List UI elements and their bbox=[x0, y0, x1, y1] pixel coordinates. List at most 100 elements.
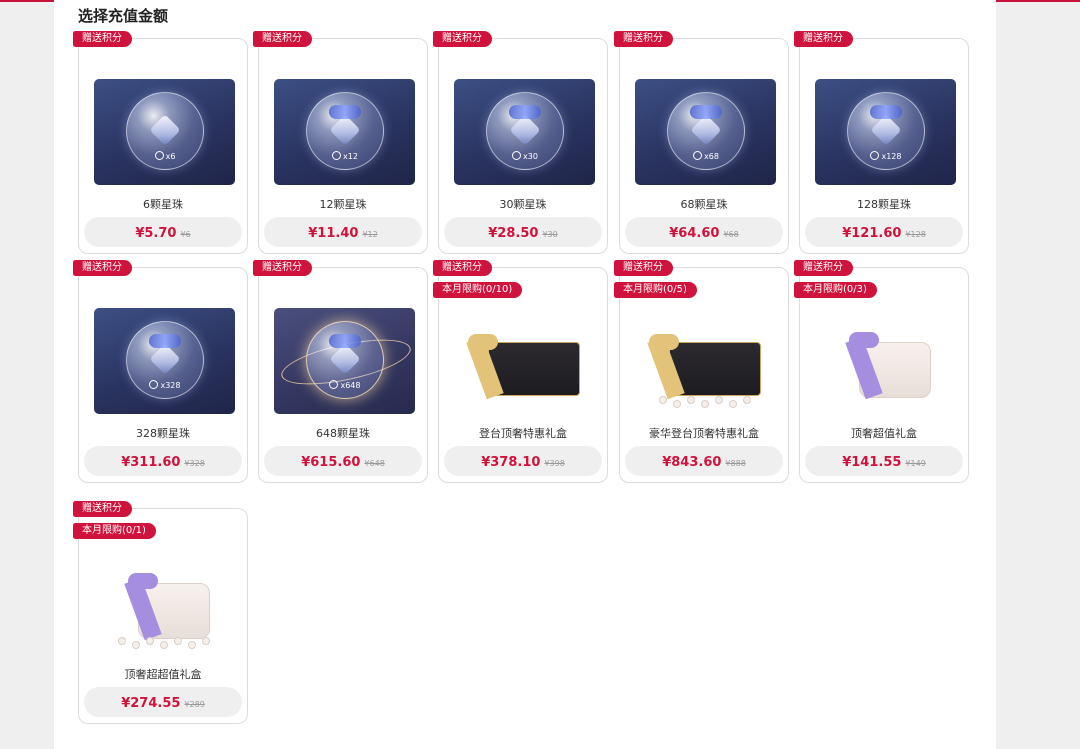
monthly-limit-tag: 本月限购(0/10) bbox=[433, 282, 523, 298]
pearl-count: x30 bbox=[487, 151, 563, 161]
price-button[interactable]: ¥28.50 ¥30 bbox=[444, 217, 602, 247]
bonus-points-tag: 赠送积分 bbox=[433, 260, 492, 276]
coin-icon bbox=[693, 151, 703, 160]
ribbon-bow-icon bbox=[690, 105, 722, 119]
coin-icon bbox=[512, 151, 522, 160]
pearl-bubble-icon: x12 bbox=[306, 92, 384, 170]
price-button[interactable]: ¥615.60 ¥648 bbox=[264, 446, 422, 476]
price-button[interactable]: ¥64.60 ¥68 bbox=[625, 217, 783, 247]
product-name: 328颗星珠 bbox=[136, 427, 190, 440]
ribbon-bow-icon bbox=[870, 105, 902, 119]
price-button[interactable]: ¥141.55 ¥149 bbox=[805, 446, 963, 476]
coin-icon bbox=[332, 151, 342, 160]
price-button[interactable]: ¥378.10 ¥398 bbox=[444, 446, 602, 476]
product-card[interactable]: 赠送积分 x30 30颗星珠 ¥28.50 ¥30 bbox=[433, 31, 608, 254]
pearl-count-text: x128 bbox=[881, 152, 902, 161]
pearl-count: x68 bbox=[668, 151, 744, 161]
pearl-decoration-icon bbox=[174, 637, 182, 645]
pearl-bubble-icon: x68 bbox=[667, 92, 745, 170]
sale-price: ¥615.60 bbox=[301, 455, 361, 470]
pearl-count: x128 bbox=[848, 151, 924, 161]
product-card[interactable]: 赠送积分 x328 328颗星珠 ¥311.60 ¥328 bbox=[73, 260, 248, 483]
pearl-decoration-icon bbox=[659, 396, 667, 404]
price-button[interactable]: ¥121.60 ¥128 bbox=[805, 217, 963, 247]
pearl-count-text: x328 bbox=[160, 381, 181, 390]
pearl-gem-icon bbox=[870, 114, 902, 146]
coin-icon bbox=[154, 151, 164, 160]
original-price: ¥68 bbox=[723, 230, 739, 239]
pearl-count-text: x30 bbox=[523, 152, 538, 161]
product-name: 顶奢超超值礼盒 bbox=[124, 668, 202, 681]
coin-icon bbox=[870, 151, 880, 160]
gift-bow-icon bbox=[649, 334, 679, 350]
pearl-bubble-icon: x128 bbox=[847, 92, 925, 170]
product-card[interactable]: 赠送积分本月限购(0/1) 顶奢超超值礼盒 ¥274.55 ¥289 bbox=[73, 501, 248, 724]
pearl-count-text: x648 bbox=[340, 381, 361, 390]
star-pearl-image: x648 bbox=[274, 308, 415, 414]
gift-bow-icon bbox=[468, 334, 498, 350]
product-name: 豪华登台顶奢特惠礼盒 bbox=[649, 427, 759, 440]
price-button[interactable]: ¥311.60 ¥328 bbox=[84, 446, 242, 476]
pearl-decoration-icon bbox=[701, 400, 709, 408]
bonus-points-tag: 赠送积分 bbox=[73, 260, 132, 276]
product-card[interactable]: 赠送积分 x128 128颗星珠 ¥121.60 ¥128 bbox=[794, 31, 969, 254]
price-button[interactable]: ¥274.55 ¥289 bbox=[84, 687, 242, 717]
star-pearl-image: x12 bbox=[274, 79, 415, 185]
original-price: ¥648 bbox=[364, 459, 385, 468]
pearl-decoration-icon bbox=[673, 400, 681, 408]
page-background-left bbox=[0, 0, 54, 749]
sale-price: ¥843.60 bbox=[662, 455, 722, 470]
star-pearl-image: x68 bbox=[635, 79, 776, 185]
product-name: 顶奢超值礼盒 bbox=[851, 427, 917, 440]
pearl-gem-icon bbox=[149, 114, 181, 146]
pearl-decoration-icon bbox=[132, 641, 140, 649]
product-card[interactable]: 赠送积分 x648 648颗星珠 ¥615.60 ¥648 bbox=[253, 260, 428, 483]
price-button[interactable]: ¥5.70 ¥6 bbox=[84, 217, 242, 247]
original-price: ¥128 bbox=[905, 230, 926, 239]
original-price: ¥30 bbox=[542, 230, 558, 239]
product-name: 登台顶奢特惠礼盒 bbox=[479, 427, 567, 440]
price-button[interactable]: ¥843.60 ¥888 bbox=[625, 446, 783, 476]
pearl-bubble-icon: x30 bbox=[486, 92, 564, 170]
pearl-decoration-icon bbox=[202, 637, 210, 645]
sale-price: ¥5.70 bbox=[135, 226, 177, 241]
original-price: ¥888 bbox=[725, 459, 746, 468]
pearl-gem-icon bbox=[690, 114, 722, 146]
bonus-points-tag: 赠送积分 bbox=[614, 260, 673, 276]
sale-price: ¥28.50 bbox=[488, 226, 539, 241]
bonus-points-tag: 赠送积分 bbox=[73, 501, 132, 517]
ribbon-bow-icon bbox=[509, 105, 541, 119]
star-pearl-image: x128 bbox=[815, 79, 956, 185]
pearl-gem-icon bbox=[149, 343, 181, 375]
sale-price: ¥141.55 bbox=[842, 455, 902, 470]
pearl-count-text: x6 bbox=[165, 152, 176, 161]
product-card[interactable]: 赠送积分 x6 6颗星珠 ¥5.70 ¥6 bbox=[73, 31, 248, 254]
pearl-count: x6 bbox=[127, 151, 203, 161]
monthly-limit-tag: 本月限购(0/3) bbox=[794, 282, 877, 298]
sale-price: ¥378.10 bbox=[481, 455, 541, 470]
coin-icon bbox=[149, 380, 159, 389]
pearl-bubble-icon: x648 bbox=[306, 321, 384, 399]
pearl-count: x12 bbox=[307, 151, 383, 161]
monthly-limit-tag: 本月限购(0/1) bbox=[73, 523, 156, 539]
pearl-decoration-icon bbox=[160, 641, 168, 649]
bonus-points-tag: 赠送积分 bbox=[253, 31, 312, 47]
pearl-decoration-icon bbox=[715, 396, 723, 404]
product-card[interactable]: 赠送积分本月限购(0/10) 登台顶奢特惠礼盒 ¥378.10 ¥398 bbox=[433, 260, 608, 483]
product-card[interactable]: 赠送积分 本月限购(0/3) 顶奢超值礼盒 ¥141.55 ¥149 bbox=[794, 260, 969, 483]
product-card[interactable]: 赠送积分 x12 12颗星珠 ¥11.40 ¥12 bbox=[253, 31, 428, 254]
pearl-count-text: x12 bbox=[343, 152, 358, 161]
section-title: 选择充值金额 bbox=[78, 7, 169, 25]
star-pearl-image: x30 bbox=[454, 79, 595, 185]
gift-box-image bbox=[635, 308, 776, 414]
product-card[interactable]: 赠送积分 x68 68颗星珠 ¥64.60 ¥68 bbox=[614, 31, 789, 254]
price-button[interactable]: ¥11.40 ¥12 bbox=[264, 217, 422, 247]
pearl-gem-icon bbox=[329, 114, 361, 146]
ribbon-bow-icon bbox=[149, 334, 181, 348]
product-name: 30颗星珠 bbox=[499, 198, 547, 211]
gift-bow-icon bbox=[849, 332, 879, 348]
sale-price: ¥11.40 bbox=[308, 226, 359, 241]
pearl-gem-icon bbox=[509, 114, 541, 146]
product-card[interactable]: 赠送积分 本月限购(0/5) 豪华登台顶奢特惠礼盒 ¥843.60 ¥888 bbox=[614, 260, 789, 483]
product-name: 12颗星珠 bbox=[319, 198, 367, 211]
